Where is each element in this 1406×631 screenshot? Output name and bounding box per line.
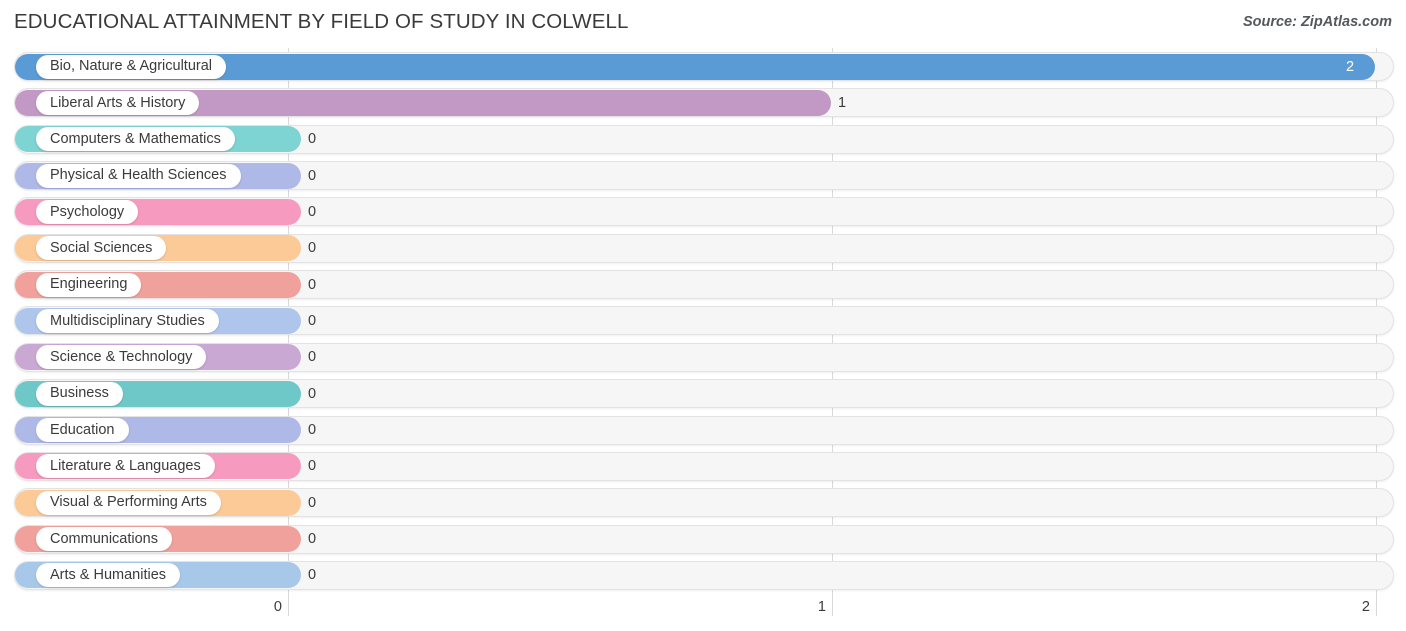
category-label-pill: Multidisciplinary Studies bbox=[36, 308, 219, 333]
category-label: Liberal Arts & History bbox=[50, 94, 186, 111]
axis-tick-line-1 bbox=[832, 593, 833, 616]
value-label: 0 bbox=[308, 385, 317, 402]
category-label-pill: Computers & Mathematics bbox=[36, 127, 235, 152]
axis-tick-label: 2 bbox=[1361, 599, 1370, 615]
value-label: 0 bbox=[308, 312, 317, 329]
chart-row[interactable]: Literature & Languages 0 bbox=[14, 451, 1394, 481]
source-attribution: Source: ZipAtlas.com bbox=[1242, 14, 1392, 30]
value-label: 0 bbox=[308, 422, 317, 438]
category-label: Bio, Nature & Agricultural bbox=[50, 58, 212, 75]
chart-row[interactable]: Arts & Humanities 0 bbox=[14, 560, 1394, 590]
chart-row[interactable]: Science & Technology 0 bbox=[14, 342, 1394, 372]
value-label: 0 bbox=[308, 167, 317, 184]
category-label-pill: Literature & Languages bbox=[36, 454, 215, 479]
x-axis: 0 1 2 bbox=[0, 593, 1406, 631]
axis-tick-label: 1 bbox=[817, 599, 826, 615]
category-label: Science & Technology bbox=[50, 349, 193, 366]
category-label-pill: Business bbox=[36, 381, 123, 406]
category-label-pill: Engineering bbox=[36, 272, 142, 297]
category-label: Communications bbox=[50, 530, 158, 547]
category-label: Business bbox=[50, 385, 109, 402]
value-label: 0 bbox=[308, 240, 317, 257]
category-label: Education bbox=[50, 421, 115, 438]
category-label-pill: Visual & Performing Arts bbox=[36, 490, 221, 515]
chart-row[interactable]: Bio, Nature & Agricultural 2 bbox=[14, 52, 1394, 81]
value-label: 0 bbox=[308, 349, 317, 366]
chart-row[interactable]: Social Sciences 0 bbox=[14, 233, 1394, 263]
chart-header: EDUCATIONAL ATTAINMENT BY FIELD OF STUDY… bbox=[0, 0, 1406, 44]
chart-row[interactable]: Computers & Mathematics 0 bbox=[14, 124, 1394, 154]
category-label-pill: Social Sciences bbox=[36, 236, 167, 261]
category-label-pill: Physical & Health Sciences bbox=[36, 163, 241, 188]
category-label-pill: Education bbox=[36, 418, 129, 442]
value-label: 0 bbox=[308, 458, 317, 475]
chart-row[interactable]: Communications 0 bbox=[14, 524, 1394, 554]
category-label-pill: Bio, Nature & Agricultural bbox=[36, 54, 226, 79]
chart-row[interactable]: Visual & Performing Arts 0 bbox=[14, 488, 1394, 518]
category-label-pill: Communications bbox=[36, 527, 172, 552]
category-label: Social Sciences bbox=[50, 240, 153, 256]
category-label: Physical & Health Sciences bbox=[50, 167, 227, 184]
category-label: Computers & Mathematics bbox=[50, 130, 221, 147]
chart-row[interactable]: Engineering 0 bbox=[14, 270, 1394, 300]
category-label-pill: Liberal Arts & History bbox=[36, 90, 200, 115]
value-label: 1 bbox=[838, 94, 847, 111]
value-label: 0 bbox=[308, 567, 317, 584]
value-label: 0 bbox=[308, 203, 317, 220]
axis-tick-line-2 bbox=[1376, 593, 1377, 616]
axis-tick-label: 0 bbox=[273, 599, 282, 615]
chart-row[interactable]: Multidisciplinary Studies 0 bbox=[14, 306, 1394, 336]
category-label: Literature & Languages bbox=[50, 458, 201, 475]
page-title: EDUCATIONAL ATTAINMENT BY FIELD OF STUDY… bbox=[14, 10, 629, 33]
chart-row[interactable]: Liberal Arts & History 1 bbox=[14, 88, 1394, 118]
category-label-pill: Psychology bbox=[36, 199, 139, 224]
category-label: Engineering bbox=[50, 276, 128, 293]
value-label: 2 bbox=[1346, 58, 1355, 75]
category-label: Multidisciplinary Studies bbox=[50, 312, 205, 329]
value-label: 0 bbox=[308, 131, 317, 148]
category-label: Arts & Humanities bbox=[50, 567, 167, 584]
value-label: 0 bbox=[308, 494, 317, 511]
chart-row[interactable]: Physical & Health Sciences 0 bbox=[14, 161, 1394, 191]
chart-plot-area: Bio, Nature & Agricultural 2 Liberal Arts … bbox=[0, 48, 1406, 593]
chart-row[interactable]: Education 0 bbox=[14, 415, 1394, 445]
chart-row[interactable]: Psychology 0 bbox=[14, 197, 1394, 227]
category-label-pill: Science & Technology bbox=[36, 345, 207, 370]
category-label: Visual & Performing Arts bbox=[50, 494, 207, 511]
chart-row[interactable]: Business 0 bbox=[14, 379, 1394, 409]
value-label: 0 bbox=[308, 531, 317, 548]
category-label: Psychology bbox=[50, 203, 125, 220]
axis-tick-line-0 bbox=[288, 593, 289, 616]
category-label-pill: Arts & Humanities bbox=[36, 563, 181, 588]
value-label: 0 bbox=[308, 276, 317, 293]
